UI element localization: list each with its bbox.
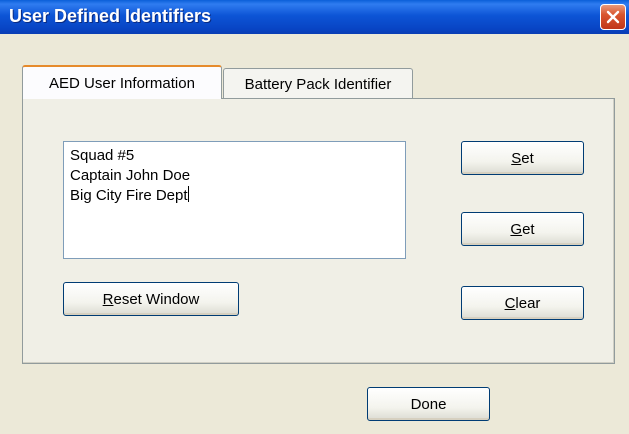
user-info-textbox[interactable]: Squad #5 Captain John Doe Big City Fire …	[63, 141, 406, 259]
get-mnemonic: G	[510, 220, 523, 238]
tab-aed-user-information[interactable]: AED User Information	[22, 65, 222, 99]
done-label: Done	[410, 395, 447, 413]
close-icon	[606, 10, 620, 24]
clear-button[interactable]: Clear	[461, 286, 584, 320]
textbox-line: Big City Fire Dept	[70, 186, 399, 206]
done-button[interactable]: Done	[367, 387, 490, 421]
reset-label: eset Window	[113, 290, 200, 308]
text-caret	[187, 186, 189, 202]
tab-battery-pack-identifier[interactable]: Battery Pack Identifier	[223, 68, 413, 99]
textbox-line: Captain John Doe	[70, 167, 191, 184]
clear-mnemonic: C	[504, 294, 516, 312]
textbox-line-text: Big City Fire Dept	[70, 187, 188, 204]
set-button[interactable]: Set	[461, 141, 584, 175]
textbox-line: Squad #5	[70, 147, 135, 164]
clear-label: lear	[515, 294, 541, 312]
tab-label: AED User Information	[49, 74, 195, 92]
reset-window-button[interactable]: Reset Window	[63, 282, 239, 316]
tab-label: Battery Pack Identifier	[244, 75, 392, 93]
reset-mnemonic: R	[102, 290, 114, 308]
window-title: User Defined Identifiers	[9, 6, 212, 26]
get-button[interactable]: Get	[461, 212, 584, 246]
set-mnemonic: S	[511, 149, 522, 167]
get-label: et	[522, 220, 535, 238]
close-button[interactable]	[600, 4, 626, 30]
title-bar[interactable]: User Defined Identifiers	[0, 0, 629, 34]
set-label: et	[521, 149, 534, 167]
